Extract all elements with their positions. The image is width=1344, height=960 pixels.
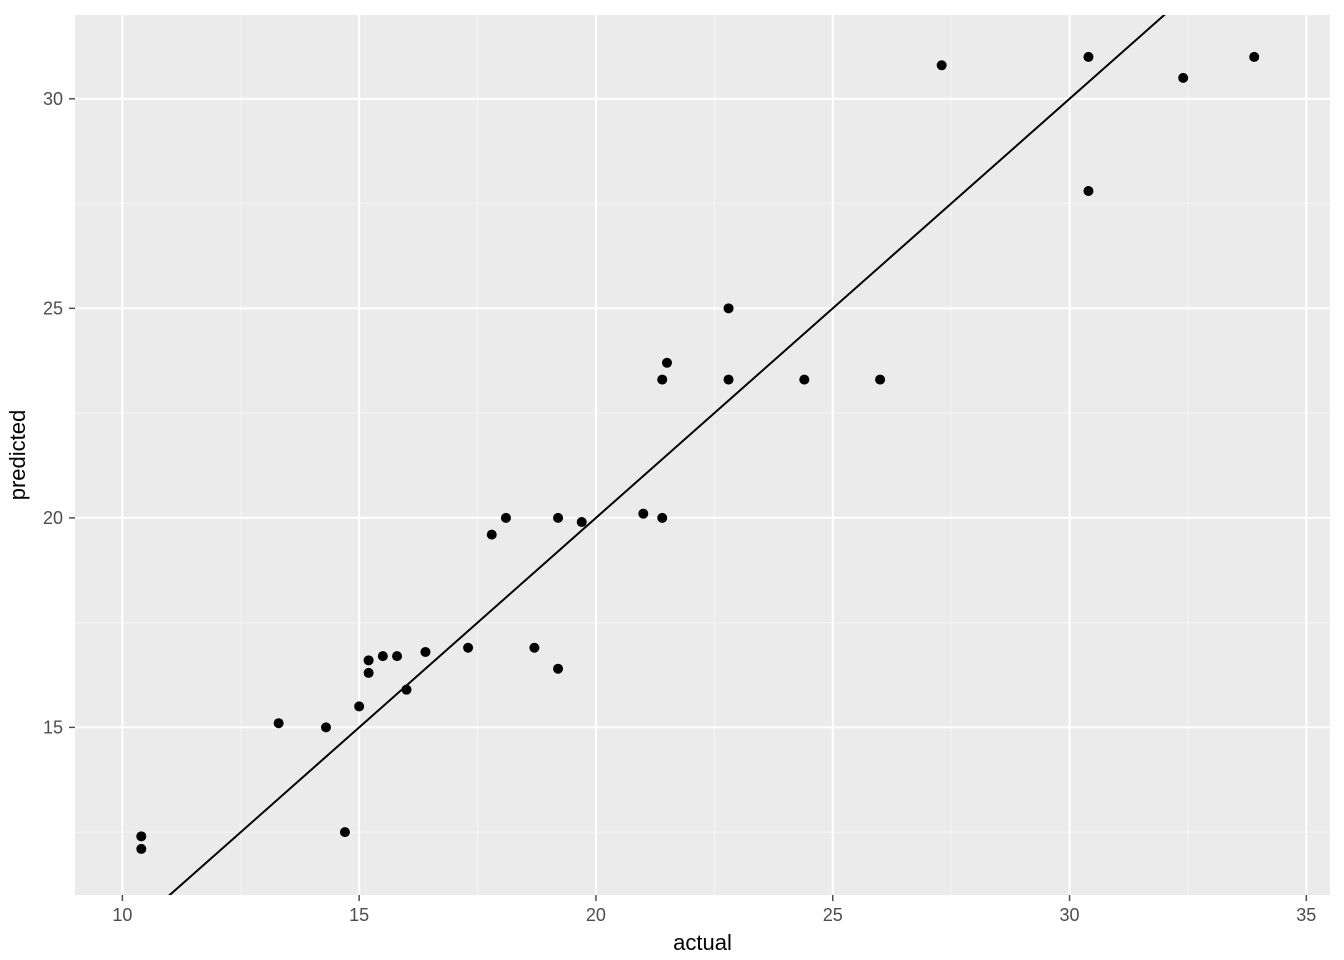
data-point	[487, 530, 497, 540]
data-point	[657, 513, 667, 523]
data-point	[136, 844, 146, 854]
data-point	[1178, 73, 1188, 83]
data-point	[553, 664, 563, 674]
x-tick-label: 20	[586, 905, 606, 925]
x-tick-label: 25	[823, 905, 843, 925]
data-point	[875, 375, 885, 385]
y-tick-label: 25	[43, 298, 63, 318]
plot-panel	[75, 15, 1330, 895]
data-point	[724, 303, 734, 313]
data-point	[553, 513, 563, 523]
x-tick-label: 10	[112, 905, 132, 925]
data-point	[577, 517, 587, 527]
data-point	[392, 651, 402, 661]
y-tick-label: 30	[43, 89, 63, 109]
data-point	[1083, 52, 1093, 62]
data-point	[364, 655, 374, 665]
y-tick-label: 15	[43, 717, 63, 737]
data-point	[501, 513, 511, 523]
data-point	[340, 827, 350, 837]
data-point	[1083, 186, 1093, 196]
data-point	[662, 358, 672, 368]
data-point	[799, 375, 809, 385]
data-point	[420, 647, 430, 657]
data-point	[354, 701, 364, 711]
data-point	[724, 375, 734, 385]
x-tick-label: 30	[1060, 905, 1080, 925]
data-point	[364, 668, 374, 678]
y-tick-label: 20	[43, 508, 63, 528]
data-point	[136, 831, 146, 841]
data-point	[378, 651, 388, 661]
x-tick-label: 35	[1296, 905, 1316, 925]
data-point	[937, 60, 947, 70]
data-point	[274, 718, 284, 728]
x-tick-label: 15	[349, 905, 369, 925]
x-axis-title: actual	[673, 930, 732, 955]
y-axis-title: predicted	[5, 410, 30, 501]
data-point	[657, 375, 667, 385]
data-point	[529, 643, 539, 653]
chart-svg: 10 15 20 25 30 35 15 20 25 30 actual predicted	[0, 0, 1344, 960]
scatter-chart: 10 15 20 25 30 35 15 20 25 30 actual predicted	[0, 0, 1344, 960]
data-point	[638, 509, 648, 519]
data-point	[321, 722, 331, 732]
data-point	[463, 643, 473, 653]
data-point	[402, 685, 412, 695]
data-point	[1249, 52, 1259, 62]
